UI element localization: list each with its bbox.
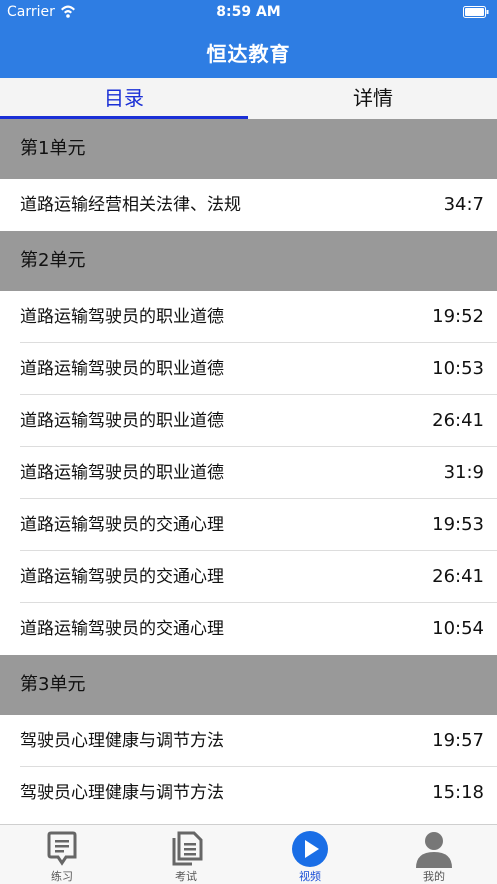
exam-icon: [172, 831, 203, 866]
tabbar-video[interactable]: 视频: [248, 825, 372, 884]
tabbar-label: 练习: [51, 870, 73, 883]
tabbar-label: 视频: [299, 870, 321, 883]
lesson-duration: 10:54: [432, 618, 484, 639]
lesson-title: 驾驶员心理健康与调节方法: [20, 783, 224, 803]
lesson-item[interactable]: 道路运输驾驶员的职业道德 31:9: [0, 447, 497, 499]
lesson-item[interactable]: 道路运输驾驶员的职业道德 26:41: [0, 395, 497, 447]
lesson-title: 驾驶员心理健康与调节方法: [20, 731, 224, 751]
lesson-duration: 26:41: [432, 410, 484, 431]
lesson-title: 道路运输驾驶员的职业道德: [20, 463, 224, 483]
page-title: 恒达教育: [206, 42, 291, 66]
tabbar-profile[interactable]: 我的: [372, 825, 496, 884]
lesson-title: 道路运输驾驶员的职业道德: [20, 411, 224, 431]
lesson-title: 道路运输驾驶员的交通心理: [20, 567, 224, 587]
tab-details[interactable]: 详情: [249, 78, 497, 119]
lesson-duration: 19:52: [432, 306, 484, 327]
segment-tabs: 目录 详情: [0, 78, 497, 119]
lesson-item[interactable]: 道路运输驾驶员的交通心理 10:54: [0, 603, 497, 655]
app-header: Carrier 8:59 AM 恒达教育: [0, 0, 497, 78]
tabbar-practice[interactable]: 练习: [0, 825, 124, 884]
lesson-item[interactable]: 道路运输经营相关法律、法规 34:7: [0, 179, 497, 231]
tabbar-label: 我的: [423, 870, 445, 883]
practice-icon: [47, 831, 77, 866]
lesson-duration: 26:41: [432, 566, 484, 587]
lesson-item[interactable]: 驾驶员心理健康与调节方法 15:18: [0, 767, 497, 819]
lesson-duration: 10:53: [432, 358, 484, 379]
lesson-duration: 19:53: [432, 514, 484, 535]
battery-icon: [463, 6, 489, 18]
profile-icon: [416, 832, 452, 868]
bottom-tab-bar: 练习 考试 视频 我的: [0, 824, 497, 884]
lesson-title: 道路运输经营相关法律、法规: [20, 195, 241, 215]
lesson-item[interactable]: 道路运输驾驶员的交通心理 26:41: [0, 551, 497, 603]
lesson-duration: 34:7: [443, 194, 484, 215]
unit-header: 第2单元: [0, 231, 497, 291]
lesson-item[interactable]: 驾驶员心理健康与调节方法 19:57: [0, 715, 497, 767]
status-bar: Carrier 8:59 AM: [0, 0, 497, 24]
lesson-list[interactable]: 第1单元 道路运输经营相关法律、法规 34:7 第2单元 道路运输驾驶员的职业道…: [0, 119, 497, 824]
video-play-icon: [292, 831, 328, 867]
lesson-title: 道路运输驾驶员的职业道德: [20, 307, 224, 327]
lesson-item[interactable]: 道路运输驾驶员的职业道德 19:52: [0, 291, 497, 343]
tab-catalog[interactable]: 目录: [0, 78, 248, 119]
lesson-duration: 31:9: [443, 462, 484, 483]
lesson-duration: 19:57: [432, 730, 484, 751]
unit-header: 第3单元: [0, 655, 497, 715]
tabbar-label: 考试: [175, 870, 197, 883]
lesson-duration: 15:18: [432, 782, 484, 803]
unit-header: 第1单元: [0, 119, 497, 179]
lesson-item[interactable]: 道路运输驾驶员的职业道德 10:53: [0, 343, 497, 395]
lesson-title: 道路运输驾驶员的交通心理: [20, 619, 224, 639]
lesson-title: 道路运输驾驶员的交通心理: [20, 515, 224, 535]
lesson-item[interactable]: 道路运输驾驶员的交通心理 19:53: [0, 499, 497, 551]
lesson-title: 道路运输驾驶员的职业道德: [20, 359, 224, 379]
status-time: 8:59 AM: [216, 4, 281, 20]
tabbar-exam[interactable]: 考试: [124, 825, 248, 884]
